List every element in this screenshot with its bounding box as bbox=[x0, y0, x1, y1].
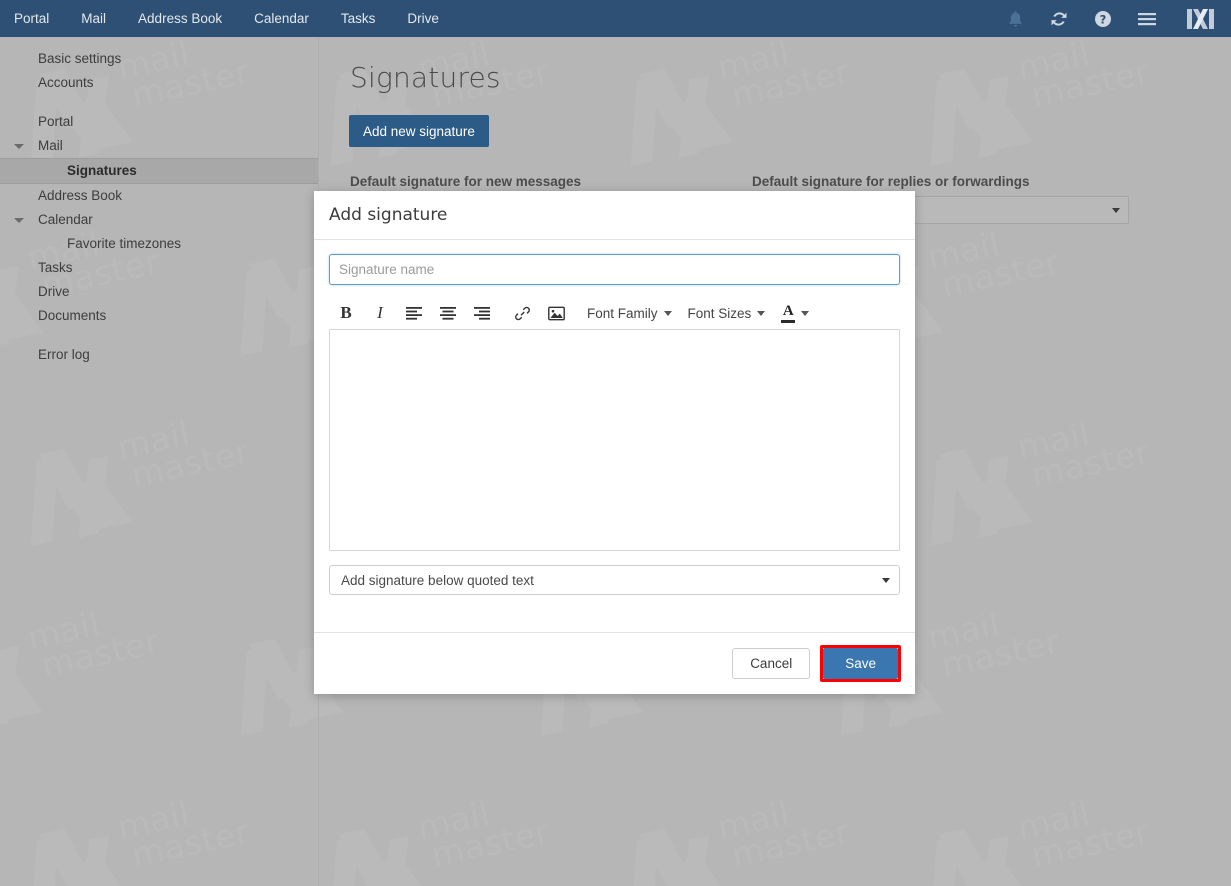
default-signature-replies-label: Default signature for replies or forward… bbox=[752, 174, 1030, 189]
app-root: mail master mail master mail master mail master… bbox=[0, 0, 1231, 886]
sidebar-item-label: Drive bbox=[38, 284, 70, 299]
text-color-swatch bbox=[781, 319, 796, 323]
sidebar-item-drive[interactable]: Drive bbox=[0, 280, 318, 304]
sidebar-item-accounts[interactable]: Accounts bbox=[0, 71, 318, 95]
sidebar-item-basic-settings[interactable]: Basic settings bbox=[0, 47, 318, 71]
signature-position-value: Add signature below quoted text bbox=[341, 572, 534, 588]
font-family-label: Font Family bbox=[587, 305, 658, 321]
top-nav-link-calendar[interactable]: Calendar bbox=[238, 0, 325, 37]
align-left-icon[interactable] bbox=[397, 298, 431, 328]
signature-name-input[interactable] bbox=[329, 254, 900, 285]
sidebar-item-error-log[interactable]: Error log bbox=[0, 343, 318, 367]
sidebar-item-address-book[interactable]: Address Book bbox=[0, 184, 318, 208]
sidebar-item-label: Error log bbox=[38, 347, 90, 362]
sidebar-item-label: Address Book bbox=[38, 188, 123, 203]
sidebar-item-label: Mail bbox=[38, 138, 63, 153]
sidebar-item-label: Signatures bbox=[67, 163, 137, 178]
page-title: Signatures bbox=[350, 61, 501, 94]
mail-master-logo-icon bbox=[1179, 0, 1223, 37]
top-navigation-bar: Portal Mail Address Book Calendar Tasks Drive… bbox=[0, 0, 1231, 37]
sidebar-item-label: Tasks bbox=[38, 260, 73, 275]
chevron-down-icon bbox=[801, 310, 810, 316]
chevron-down-icon bbox=[1112, 208, 1120, 213]
sidebar-item-calendar[interactable]: Calendar bbox=[0, 208, 318, 232]
text-color-letter: A bbox=[782, 302, 794, 319]
font-sizes-dropdown[interactable]: Font Sizes bbox=[680, 298, 774, 328]
help-icon[interactable]: ? bbox=[1081, 0, 1125, 37]
font-sizes-label: Font Sizes bbox=[687, 305, 752, 321]
link-icon[interactable] bbox=[505, 298, 539, 328]
text-color-dropdown[interactable]: A bbox=[773, 298, 817, 328]
top-nav-link-drive[interactable]: Drive bbox=[391, 0, 455, 37]
dialog-title: Add signature bbox=[329, 205, 448, 225]
chevron-down-icon bbox=[882, 578, 890, 583]
editor-toolbar: B I Font Family Font Sizes A bbox=[329, 297, 900, 329]
sidebar-item-documents[interactable]: Documents bbox=[0, 304, 318, 328]
dialog-body: B I Font F bbox=[314, 240, 915, 595]
top-nav-icons: ? bbox=[993, 0, 1231, 37]
sidebar-item-signatures[interactable]: Signatures bbox=[0, 158, 318, 184]
text-color-icon: A bbox=[781, 302, 796, 323]
svg-text:?: ? bbox=[1100, 12, 1107, 26]
italic-icon[interactable]: I bbox=[363, 298, 397, 328]
chevron-down-icon bbox=[663, 310, 672, 316]
top-nav-link-portal[interactable]: Portal bbox=[0, 0, 65, 37]
align-right-icon[interactable] bbox=[465, 298, 499, 328]
top-nav-links: Portal Mail Address Book Calendar Tasks Drive bbox=[0, 0, 455, 37]
align-center-icon[interactable] bbox=[431, 298, 465, 328]
refresh-icon[interactable] bbox=[1037, 0, 1081, 37]
sidebar-item-label: Portal bbox=[38, 114, 74, 129]
add-signature-dialog: Add signature B I bbox=[314, 191, 915, 694]
sidebar-item-tasks[interactable]: Tasks bbox=[0, 256, 318, 280]
top-nav-link-address-book[interactable]: Address Book bbox=[122, 0, 238, 37]
top-nav-link-tasks[interactable]: Tasks bbox=[325, 0, 392, 37]
dialog-header: Add signature bbox=[314, 191, 915, 240]
sidebar-item-label: Calendar bbox=[38, 212, 93, 227]
save-button[interactable]: Save bbox=[823, 648, 898, 679]
sidebar-item-label: Accounts bbox=[38, 75, 94, 90]
bold-icon[interactable]: B bbox=[329, 298, 363, 328]
chevron-down-icon bbox=[757, 310, 766, 316]
add-new-signature-button[interactable]: Add new signature bbox=[349, 115, 489, 147]
sidebar-item-label: Basic settings bbox=[38, 51, 122, 66]
image-icon[interactable] bbox=[539, 298, 573, 328]
sidebar-item-portal[interactable]: Portal bbox=[0, 110, 318, 134]
sidebar-item-label: Documents bbox=[38, 308, 107, 323]
signature-position-select[interactable]: Add signature below quoted text bbox=[329, 565, 900, 595]
notification-bell-icon[interactable] bbox=[993, 0, 1037, 37]
default-signature-new-messages-label: Default signature for new messages bbox=[350, 174, 582, 189]
sidebar-item-label: Favorite timezones bbox=[67, 236, 182, 251]
cancel-button[interactable]: Cancel bbox=[732, 648, 811, 679]
settings-sidebar: Basic settings Accounts Portal Mail Signatur… bbox=[0, 37, 318, 886]
chevron-down-icon[interactable] bbox=[14, 144, 24, 149]
save-button-highlight: Save bbox=[820, 645, 901, 682]
sidebar-item-mail[interactable]: Mail bbox=[0, 134, 318, 158]
top-nav-link-mail[interactable]: Mail bbox=[65, 0, 122, 37]
chevron-down-icon[interactable] bbox=[14, 218, 24, 223]
font-family-dropdown[interactable]: Font Family bbox=[579, 298, 680, 328]
signature-editor-body[interactable] bbox=[329, 329, 900, 551]
hamburger-menu-icon[interactable] bbox=[1125, 0, 1169, 37]
sidebar-item-favorite-timezones[interactable]: Favorite timezones bbox=[0, 232, 318, 256]
dialog-footer: Cancel Save bbox=[314, 632, 915, 694]
